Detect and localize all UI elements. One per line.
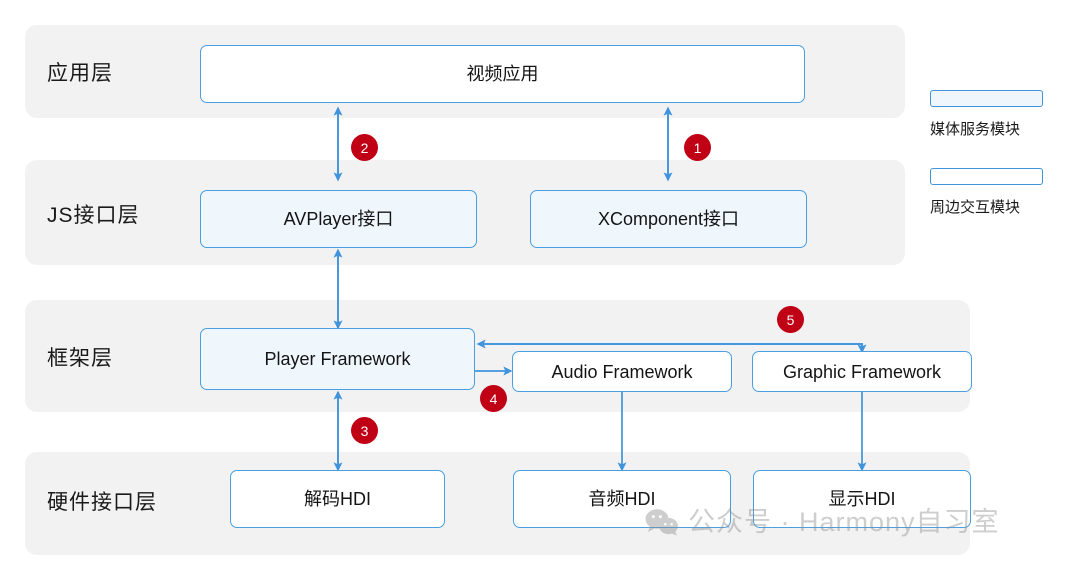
box-label: 显示HDI	[828, 489, 896, 509]
box-xcomponent-api[interactable]: XComponent接口	[530, 190, 807, 248]
box-label: 音频HDI	[588, 489, 656, 509]
box-avplayer-api[interactable]: AVPlayer接口	[200, 190, 477, 248]
step-badge-2: 2	[351, 134, 378, 161]
box-label: 解码HDI	[304, 489, 371, 509]
box-label: Audio Framework	[551, 361, 693, 382]
box-graphic-framework[interactable]: Graphic Framework	[752, 351, 972, 392]
box-label: XComponent接口	[597, 209, 740, 229]
layer-label-framework: 框架层	[47, 347, 113, 370]
layer-label-hdi: 硬件接口层	[47, 491, 157, 514]
box-audio-hdi[interactable]: 音频HDI	[513, 470, 731, 528]
box-player-framework[interactable]: Player Framework	[200, 328, 475, 390]
layer-label-js: JS接口层	[47, 204, 140, 227]
box-label: Graphic Framework	[782, 361, 942, 382]
box-video-app[interactable]: 视频应用	[200, 45, 805, 103]
step-badge-4: 4	[480, 385, 507, 412]
step-badge-5: 5	[777, 306, 804, 333]
step-badge-label: 2	[360, 139, 369, 156]
architecture-diagram: 应用层 JS接口层 框架层 硬件接口层 视频应用 AVPlayer接口 XCom…	[0, 0, 1080, 578]
step-badge-label: 3	[360, 422, 369, 439]
box-audio-framework[interactable]: Audio Framework	[512, 351, 732, 392]
box-label: Player Framework	[264, 349, 411, 369]
legend-label-media: 媒体服务模块	[930, 121, 1021, 138]
step-badge-3: 3	[351, 417, 378, 444]
legend-label-peripheral: 周边交互模块	[930, 199, 1021, 216]
layer-label-app: 应用层	[47, 62, 113, 85]
box-display-hdi[interactable]: 显示HDI	[753, 470, 971, 528]
box-label: AVPlayer接口	[283, 209, 394, 229]
legend-swatch-media	[930, 90, 1043, 107]
legend-swatch-peripheral	[930, 168, 1043, 185]
step-badge-label: 4	[489, 390, 498, 407]
step-badge-label: 5	[786, 311, 795, 328]
step-badge-1: 1	[684, 134, 711, 161]
box-decode-hdi[interactable]: 解码HDI	[230, 470, 445, 528]
box-label: 视频应用	[466, 64, 539, 84]
step-badge-label: 1	[693, 139, 702, 156]
